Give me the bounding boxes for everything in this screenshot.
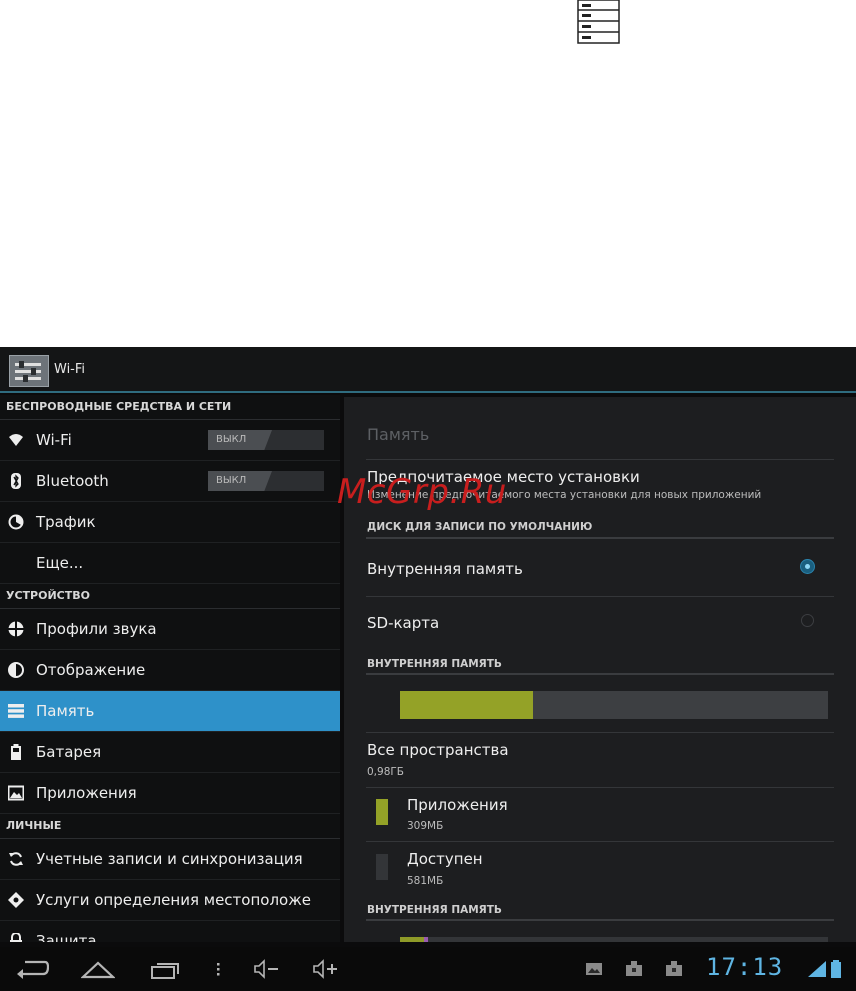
display-icon — [8, 662, 24, 678]
free-space-value: 581МБ — [407, 875, 444, 887]
section-header-line — [366, 919, 834, 921]
settings-sidebar: БЕСПРОВОДНЫЕ СРЕДСТВА И СЕТИ Wi-Fi ВЫКЛ … — [0, 395, 340, 942]
section-header-line — [366, 673, 834, 675]
free-color-swatch — [376, 854, 388, 880]
bluetooth-toggle[interactable]: ВЫКЛ — [208, 471, 324, 491]
sidebar-item-label: Батарея — [36, 743, 102, 761]
total-space-label: Все пространства — [367, 741, 509, 759]
download-notification-icon[interactable] — [624, 957, 644, 981]
tablet-screen: Wi-Fi БЕСПРОВОДНЫЕ СРЕДСТВА И СЕТИ Wi-Fi… — [0, 347, 856, 991]
sidebar-item-bluetooth[interactable]: Bluetooth ВЫКЛ — [0, 461, 340, 502]
divider — [366, 732, 834, 733]
sidebar-item-label: Учетные записи и синхронизация — [36, 850, 303, 868]
sidebar-item-label: Профили звука — [36, 620, 157, 638]
menu-icon[interactable] — [212, 957, 224, 981]
gallery-notification-icon[interactable] — [584, 957, 604, 981]
section-header-device: УСТРОЙСТВО — [0, 584, 340, 609]
option-label: Внутренняя память — [367, 560, 523, 578]
section-header-internal-2: ВНУТРЕННЯЯ ПАМЯТЬ — [367, 904, 502, 916]
volume-down-icon[interactable] — [252, 957, 282, 981]
storage-usage-bar — [400, 691, 828, 719]
home-icon[interactable] — [81, 957, 115, 981]
section-header-personal: ЛИЧНЫЕ — [0, 814, 340, 839]
signal-icon — [808, 961, 826, 977]
sidebar-item-label: Трафик — [36, 513, 96, 531]
sidebar-item-apps[interactable]: Приложения — [0, 773, 340, 814]
radio-unselected[interactable] — [801, 614, 814, 627]
watermark: McGrp.Ru — [337, 472, 507, 512]
divider — [366, 787, 834, 788]
divider — [366, 596, 834, 597]
storage-icon — [8, 703, 24, 719]
sync-icon — [8, 851, 24, 867]
sidebar-item-sound[interactable]: Профили звука — [0, 609, 340, 650]
apps-space-value: 309МБ — [407, 820, 444, 832]
apps-color-swatch — [376, 799, 388, 825]
sidebar-item-label: Еще... — [36, 554, 84, 572]
sidebar-item-wifi[interactable]: Wi-Fi ВЫКЛ — [0, 420, 340, 461]
free-space-label: Доступен — [407, 850, 483, 868]
bluetooth-icon — [8, 473, 24, 489]
sidebar-item-label: Память — [36, 702, 95, 720]
status-clock: 17:13 — [706, 953, 784, 981]
apps-space-label: Приложения — [407, 796, 508, 814]
battery-status-icon — [831, 960, 841, 978]
sound-profile-icon — [8, 621, 24, 637]
list-icon — [577, 0, 620, 44]
section-header-internal: ВНУТРЕННЯЯ ПАМЯТЬ — [367, 658, 502, 670]
apps-image-icon — [7, 785, 25, 801]
action-bar-title: Wi-Fi — [54, 362, 86, 377]
sidebar-item-label: Отображение — [36, 661, 146, 679]
wifi-icon — [8, 432, 24, 448]
sidebar-item-label: Услуги определения местоположе — [36, 891, 311, 909]
data-usage-icon — [8, 514, 24, 530]
storage-usage-bar-2 — [400, 937, 828, 942]
storage-usage-fill-2b — [424, 937, 428, 942]
battery-icon — [8, 744, 24, 760]
wifi-toggle[interactable]: ВЫКЛ — [208, 430, 324, 450]
settings-app-icon[interactable] — [9, 355, 49, 387]
sidebar-item-security[interactable]: Защита — [0, 921, 340, 942]
bluetooth-toggle-label: ВЫКЛ — [208, 471, 272, 491]
divider — [366, 841, 834, 842]
sidebar-item-more[interactable]: Еще... — [0, 543, 340, 584]
recent-apps-icon[interactable] — [149, 957, 183, 981]
storage-usage-fill — [400, 691, 533, 719]
wifi-toggle-label: ВЫКЛ — [208, 430, 272, 450]
usb-notification-icon[interactable] — [664, 957, 684, 981]
location-icon — [8, 892, 24, 908]
back-icon[interactable] — [15, 957, 49, 981]
sidebar-item-accounts[interactable]: Учетные записи и синхронизация — [0, 839, 340, 880]
sidebar-item-label: Защита — [36, 932, 97, 942]
sidebar-item-label: Wi-Fi — [36, 431, 72, 449]
volume-up-icon[interactable] — [311, 957, 341, 981]
radio-selected[interactable] — [801, 560, 814, 573]
lock-icon — [8, 932, 24, 942]
storage-usage-fill-2 — [400, 937, 424, 942]
sidebar-item-label: Bluetooth — [36, 472, 109, 490]
sidebar-item-memory[interactable]: Память — [0, 691, 340, 732]
section-header-default-disk: ДИСК ДЛЯ ЗАПИСИ ПО УМОЛЧАНИЮ — [367, 521, 593, 533]
option-label: SD-карта — [367, 614, 440, 632]
action-bar: Wi-Fi — [0, 347, 856, 393]
pane-title: Память — [367, 425, 430, 444]
system-bar: 17:13 — [0, 947, 856, 991]
sidebar-item-battery[interactable]: Батарея — [0, 732, 340, 773]
sidebar-item-display[interactable]: Отображение — [0, 650, 340, 691]
total-space-value: 0,98ГБ — [367, 766, 404, 778]
divider — [366, 459, 834, 460]
sidebar-item-label: Приложения — [36, 784, 137, 802]
sidebar-item-location[interactable]: Услуги определения местоположе — [0, 880, 340, 921]
section-header-line — [366, 537, 834, 539]
section-header-wireless: БЕСПРОВОДНЫЕ СРЕДСТВА И СЕТИ — [0, 395, 340, 420]
sidebar-item-traffic[interactable]: Трафик — [0, 502, 340, 543]
